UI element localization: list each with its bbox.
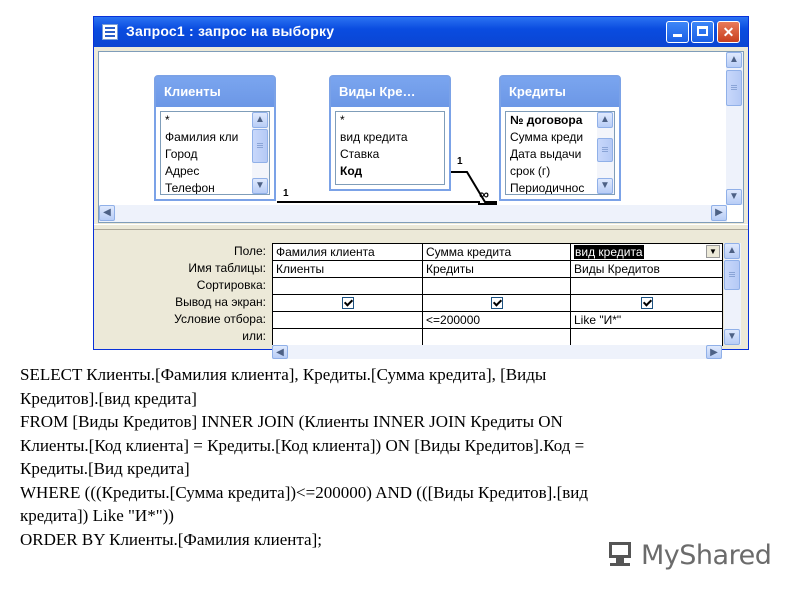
scroll-right-icon[interactable]: ▶ <box>706 345 722 359</box>
scroll-down-icon[interactable]: ▼ <box>724 329 740 345</box>
sql-line: Кредитов].[вид кредита] <box>20 388 197 408</box>
scroll-right-icon[interactable]: ▶ <box>711 205 727 221</box>
monitor-icon <box>605 542 635 568</box>
upper-horizontal-scrollbar[interactable]: ◀ ▶ <box>99 205 727 222</box>
grid-cell-or[interactable] <box>423 329 571 346</box>
grid-row-label: Имя таблицы: <box>188 261 266 275</box>
grid-row-label: Поле: <box>233 244 266 258</box>
grid-cell-criteria[interactable]: Like "И*" <box>571 312 723 329</box>
sql-line: WHERE (((Кредиты.[Сумма кредита])<=20000… <box>20 482 589 502</box>
query-grid-pane[interactable]: Поле: Имя таблицы: Сортировка: Вывод на экр… <box>98 231 744 359</box>
maximize-button[interactable] <box>691 21 714 43</box>
relationship-line-types-credits <box>451 171 497 203</box>
query-window: Запрос1 : запрос на выборку ✕ Клиенты * Ф… <box>93 16 749 359</box>
show-checkbox[interactable] <box>640 297 653 309</box>
grid-cell-or[interactable] <box>273 329 423 346</box>
grid-cell-table[interactable]: Виды Кредитов <box>571 261 723 278</box>
scroll-thumb[interactable] <box>726 70 742 106</box>
close-button[interactable]: ✕ <box>717 21 740 43</box>
scroll-left-icon[interactable]: ◀ <box>99 205 115 221</box>
grid-horizontal-scrollbar[interactable]: ◀ ▶ <box>272 345 722 359</box>
grid-row-label: или: <box>242 329 266 343</box>
sql-line: Кредиты.[Вид кредита] <box>20 459 190 478</box>
relationship-line-clients-credits <box>277 201 497 205</box>
grid-cell-table[interactable]: Кредиты <box>423 261 571 278</box>
query-app-icon[interactable] <box>102 24 118 40</box>
grid-cell-or[interactable] <box>571 329 723 346</box>
grid-vertical-scrollbar[interactable]: ▲ ▼ <box>724 243 741 345</box>
myshared-logo: MyShared <box>605 538 772 572</box>
sql-line: SELECT Клиенты.[Фамилия клиента], Кредит… <box>20 365 547 384</box>
sql-line: кредита]) Like "И*")) <box>20 506 174 525</box>
grid-row-label: Вывод на экран: <box>175 295 266 309</box>
scroll-up-icon[interactable]: ▲ <box>724 243 740 259</box>
window-title: Запрос1 : запрос на выборку <box>126 23 335 39</box>
selected-field-text: вид кредита <box>574 245 644 259</box>
grid-cell-show[interactable] <box>273 295 423 312</box>
minimize-button[interactable] <box>666 21 689 43</box>
sql-line: Клиенты.[Код клиента] = Кредиты.[Код кли… <box>20 435 585 455</box>
upper-vertical-scrollbar[interactable]: ▲ ▼ <box>726 52 743 205</box>
grid-cell-field[interactable]: Сумма кредита <box>423 244 571 261</box>
table-design-pane[interactable]: Клиенты * Фамилия кли Город Адрес Телефон ▲ … <box>98 51 744 223</box>
scroll-up-icon[interactable]: ▲ <box>726 52 742 68</box>
show-checkbox[interactable] <box>490 297 503 309</box>
grid-cell-field[interactable]: Фамилия клиента <box>273 244 423 261</box>
scroll-left-icon[interactable]: ◀ <box>272 345 288 359</box>
grid-cell-sort[interactable] <box>273 278 423 295</box>
grid-cell-sort[interactable] <box>571 278 723 295</box>
dropdown-arrow-icon[interactable]: ▼ <box>706 245 720 258</box>
scroll-down-icon[interactable]: ▼ <box>726 189 742 205</box>
grid-cell-field[interactable]: вид кредита ▼ <box>571 244 723 261</box>
grid-cell-show[interactable] <box>423 295 571 312</box>
show-checkbox[interactable] <box>341 297 354 309</box>
relationship-lines <box>277 171 497 205</box>
grid-row-label: Сортировка: <box>196 278 266 292</box>
maximize-icon <box>697 26 708 36</box>
sql-line: FROM [Виды Кредитов] INNER JOIN (Клиенты… <box>20 412 563 431</box>
many-side-label: ∞ <box>479 186 489 202</box>
minimize-icon <box>673 34 682 37</box>
grid-cell-table[interactable]: Клиенты <box>273 261 423 278</box>
grid-row-label: Условие отбора: <box>174 312 266 326</box>
grid-cell-criteria[interactable] <box>273 312 423 329</box>
one-side-label: 1 <box>283 188 289 199</box>
title-bar[interactable]: Запрос1 : запрос на выборку ✕ <box>94 17 748 47</box>
logo-text: MyShared <box>641 539 772 571</box>
query-grid[interactable]: Фамилия клиента Клиенты Сумма кредита Креди… <box>272 243 723 346</box>
sql-text: SELECT Клиенты.[Фамилия клиента], Кредит… <box>20 363 790 551</box>
one-side-label: 1 <box>457 156 463 167</box>
grid-cell-criteria[interactable]: <=200000 <box>423 312 571 329</box>
grid-cell-sort[interactable] <box>423 278 571 295</box>
grid-cell-show[interactable] <box>571 295 723 312</box>
pane-splitter[interactable] <box>94 224 748 230</box>
scroll-thumb[interactable] <box>724 260 740 290</box>
